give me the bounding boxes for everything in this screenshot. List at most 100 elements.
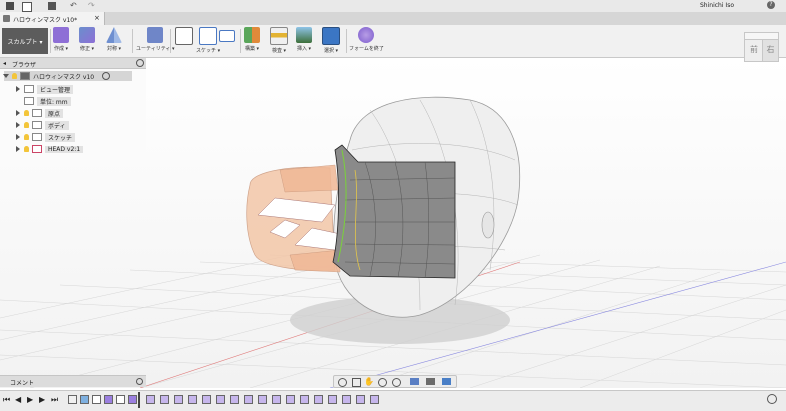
- browser-item[interactable]: HEAD v2:1: [16, 144, 84, 154]
- orbit-icon[interactable]: [338, 378, 347, 387]
- insert-menu[interactable]: 挿入 ▾: [296, 27, 312, 52]
- timeline-marker[interactable]: [328, 395, 337, 404]
- browser-item-label: 単位: mm: [37, 96, 71, 106]
- browser-item[interactable]: 原点: [16, 108, 64, 118]
- timeline-marker[interactable]: [314, 395, 323, 404]
- expand-icon[interactable]: [16, 134, 20, 140]
- sketch-stop-button[interactable]: [219, 27, 235, 42]
- file-icon[interactable]: [22, 2, 32, 12]
- comments-label: コメント: [10, 380, 35, 387]
- timeline-marker[interactable]: [80, 395, 89, 404]
- help-icon[interactable]: ?: [767, 1, 775, 9]
- toolbar-divider: [132, 29, 133, 53]
- document-tab[interactable]: ハロウィンマスク v10* ×: [0, 12, 105, 25]
- view-cube-front[interactable]: 前: [744, 38, 764, 62]
- construct-menu-label: 構築 ▾: [244, 46, 260, 52]
- timeline-marker[interactable]: [300, 395, 309, 404]
- browser-item[interactable]: ボディ: [16, 120, 69, 130]
- redo-icon[interactable]: ↷: [88, 1, 95, 10]
- expand-icon[interactable]: [16, 86, 20, 92]
- sketch-menu[interactable]: スケッチ ▾: [196, 27, 220, 54]
- timeline-marker[interactable]: [286, 395, 295, 404]
- undo-icon[interactable]: ↶: [70, 1, 77, 10]
- browser-item-label: ビュー管理: [37, 84, 74, 94]
- timeline-marker[interactable]: [174, 395, 183, 404]
- zoom-icon[interactable]: [378, 378, 387, 387]
- finish-form-button[interactable]: フォームを終了: [349, 27, 384, 52]
- view-cube-top[interactable]: [744, 32, 779, 40]
- browser-item[interactable]: スケッチ: [16, 132, 76, 142]
- create-menu-label: 作成 ▾: [53, 46, 69, 52]
- construct-menu[interactable]: 構築 ▾: [244, 27, 260, 52]
- browser-header: ◂ ブラウザ: [0, 58, 146, 69]
- timeline-forward-icon[interactable]: ▶: [39, 395, 45, 404]
- activate-icon[interactable]: [102, 72, 111, 80]
- visibility-icon[interactable]: [24, 110, 29, 116]
- save-icon[interactable]: [48, 2, 56, 10]
- pin-icon[interactable]: [136, 59, 144, 67]
- timeline-marker[interactable]: [342, 395, 351, 404]
- timeline-marker[interactable]: [272, 395, 281, 404]
- modify-form-icon: [79, 27, 95, 43]
- timeline-settings-icon[interactable]: [767, 394, 777, 404]
- timeline-marker[interactable]: [188, 395, 197, 404]
- visibility-icon[interactable]: [24, 134, 29, 140]
- visibility-icon[interactable]: [24, 146, 29, 152]
- timeline-marker[interactable]: [116, 395, 125, 404]
- expand-icon[interactable]: [16, 122, 20, 128]
- symmetry-menu[interactable]: 対称 ▾: [106, 27, 122, 52]
- view-cube[interactable]: 前 右: [742, 32, 780, 64]
- timeline-marker[interactable]: [202, 395, 211, 404]
- browser-root-item[interactable]: ハロウィンマスク v10: [3, 71, 132, 81]
- finish-form-label: フォームを終了: [349, 46, 384, 52]
- browser-item[interactable]: 単位: mm: [24, 96, 71, 106]
- inspect-menu[interactable]: 検査 ▾: [270, 27, 288, 54]
- timeline-marker[interactable]: [258, 395, 267, 404]
- view-cube-right[interactable]: 右: [762, 38, 779, 62]
- utility-menu[interactable]: ユーティリティ ▾: [136, 27, 175, 52]
- user-name[interactable]: Shinichi Iso: [700, 2, 734, 9]
- expand-icon[interactable]: [16, 110, 20, 116]
- expand-icon[interactable]: [16, 146, 20, 152]
- modify-menu[interactable]: 修正 ▾: [79, 27, 95, 52]
- tab-bar: [0, 12, 786, 26]
- timeline-marker[interactable]: [104, 395, 113, 404]
- expand-icon[interactable]: [3, 74, 9, 78]
- workspace-switcher[interactable]: スカルプト ▾: [2, 28, 48, 54]
- comments-add-icon[interactable]: [136, 378, 143, 385]
- timeline-marker[interactable]: [160, 395, 169, 404]
- timeline-marker[interactable]: [92, 395, 101, 404]
- visibility-icon[interactable]: [12, 73, 17, 79]
- look-at-icon[interactable]: [352, 378, 361, 387]
- timeline-marker[interactable]: [128, 395, 137, 404]
- timeline-marker[interactable]: [230, 395, 239, 404]
- comments-panel[interactable]: コメント: [0, 375, 146, 387]
- fit-icon[interactable]: [392, 378, 401, 387]
- timeline-marker[interactable]: [146, 395, 155, 404]
- timeline-playhead[interactable]: [138, 392, 140, 408]
- visibility-icon[interactable]: [24, 122, 29, 128]
- timeline-marker[interactable]: [68, 395, 77, 404]
- symmetry-menu-label: 対称 ▾: [106, 46, 122, 52]
- close-tab-icon[interactable]: ×: [94, 14, 100, 22]
- create-menu[interactable]: 作成 ▾: [53, 27, 69, 52]
- pan-icon[interactable]: ✋: [364, 377, 374, 386]
- timeline-back-icon[interactable]: ◀: [15, 395, 21, 404]
- apps-grid-icon[interactable]: [6, 2, 14, 10]
- timeline-marker[interactable]: [370, 395, 379, 404]
- select-menu[interactable]: 選択 ▾: [322, 27, 340, 54]
- sketch-create-button[interactable]: [175, 27, 193, 45]
- viewports-icon[interactable]: [442, 378, 451, 385]
- folder-icon: [24, 85, 34, 93]
- timeline-marker[interactable]: [356, 395, 365, 404]
- grid-settings-icon[interactable]: [426, 378, 435, 385]
- timeline-play-icon[interactable]: ▶: [27, 395, 33, 404]
- timeline-marker[interactable]: [216, 395, 225, 404]
- symmetry-icon: [106, 27, 122, 43]
- timeline-start-icon[interactable]: ⏮: [3, 395, 10, 405]
- browser-item[interactable]: ビュー管理: [16, 84, 74, 94]
- timeline-marker[interactable]: [244, 395, 253, 404]
- display-settings-icon[interactable]: [410, 378, 419, 385]
- collapse-icon[interactable]: ◂: [3, 60, 6, 67]
- timeline-end-icon[interactable]: ⏭: [51, 395, 58, 405]
